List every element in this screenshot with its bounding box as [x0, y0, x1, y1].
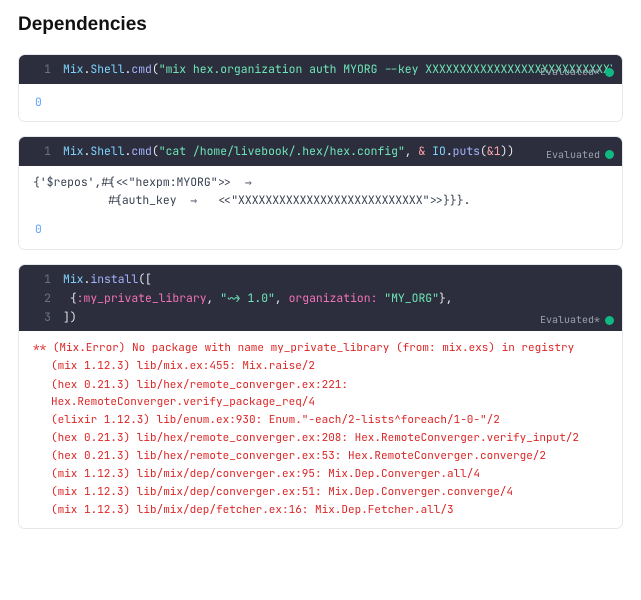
- line-number: 1: [29, 143, 51, 162]
- line-number: 2: [29, 290, 51, 309]
- status-dot-icon: [605, 68, 614, 77]
- line-number: 1: [29, 61, 51, 80]
- eval-status: Evaluated: [546, 147, 614, 164]
- return-value: 0: [33, 92, 608, 114]
- code-editor[interactable]: 1Mix.install([2 {:my_private_library, "~…: [19, 265, 622, 331]
- cell-output: {'$repos',#{<<"hexpm:MYORG">> ⇒ #{auth_k…: [19, 166, 622, 249]
- eval-status: Evaluated*: [540, 64, 614, 81]
- page-title: Dependencies: [18, 14, 623, 36]
- line-number: 1: [29, 271, 51, 290]
- status-dot-icon: [605, 316, 614, 325]
- code-cell: 1Mix.Shell.cmd("cat /home/livebook/.hex/…: [18, 136, 623, 250]
- cell-output: ** (Mix.Error) No package with name my_p…: [19, 331, 622, 527]
- code-cell: 1Mix.Shell.cmd("mix hex.organization aut…: [18, 54, 623, 122]
- stdout-text: {'$repos',#{<<"hexpm:MYORG">> ⇒ #{auth_k…: [33, 174, 608, 209]
- line-number: 3: [29, 309, 51, 328]
- eval-status: Evaluated*: [540, 312, 614, 329]
- error-trace: ** (Mix.Error) No package with name my_p…: [33, 340, 608, 518]
- return-value: 0: [33, 219, 608, 241]
- code-cell: 1Mix.install([2 {:my_private_library, "~…: [18, 264, 623, 529]
- code-editor[interactable]: 1Mix.Shell.cmd("mix hex.organization aut…: [19, 55, 622, 84]
- code-editor[interactable]: 1Mix.Shell.cmd("cat /home/livebook/.hex/…: [19, 137, 622, 166]
- status-dot-icon: [605, 150, 614, 159]
- cell-output: 0: [19, 84, 622, 122]
